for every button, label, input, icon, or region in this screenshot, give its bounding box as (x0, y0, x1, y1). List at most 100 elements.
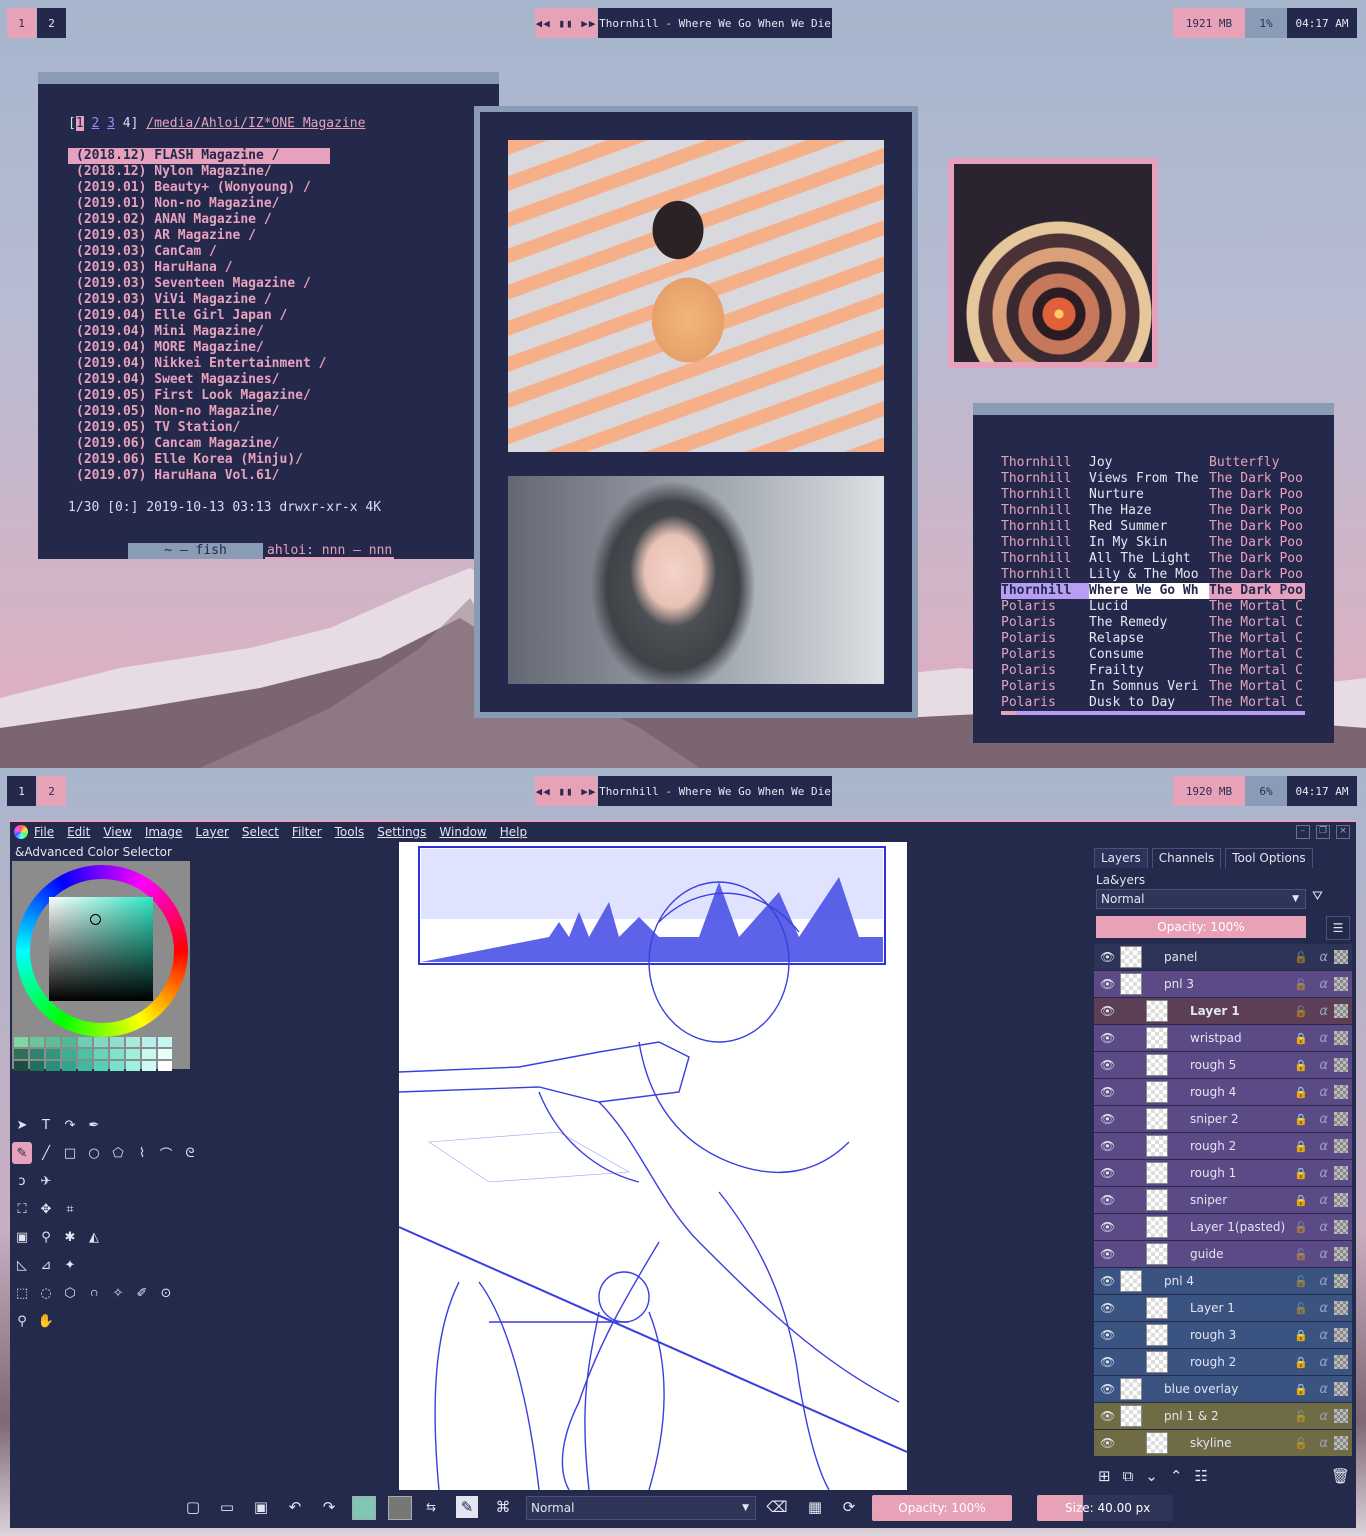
redo-icon[interactable]: ↷ (318, 1496, 340, 1518)
playlist-track-row[interactable]: Thornhill Red Summer The Dark Poo (1001, 519, 1305, 535)
layer-name[interactable]: rough 2 (1190, 1139, 1236, 1153)
freehand-brush-tool-icon[interactable]: ✎ (12, 1142, 32, 1164)
lock-icon[interactable]: 🔒 (1294, 1140, 1308, 1153)
alpha-lock-icon[interactable]: α (1319, 1301, 1328, 1316)
playlist-track-row[interactable]: Polaris Frailty The Mortal C (1001, 663, 1305, 679)
unlock-icon[interactable]: 🔓 (1294, 1005, 1308, 1018)
fm-directory-entry[interactable]: (2019.06) Elle Korea (Minju)/ (68, 452, 330, 468)
fill-tool-icon[interactable]: ◭ (84, 1226, 104, 1248)
color-swatch[interactable] (78, 1049, 92, 1059)
inherit-alpha-icon[interactable] (1334, 1301, 1348, 1315)
fm-directory-entry[interactable]: (2019.05) First Look Magazine/ (68, 388, 330, 404)
pan-tool-icon[interactable]: ✋ (36, 1310, 56, 1332)
layer-name[interactable]: rough 4 (1190, 1085, 1236, 1099)
menu-layer[interactable]: Layer (195, 825, 228, 839)
lock-icon[interactable]: 🔒 (1294, 1194, 1308, 1207)
inherit-alpha-icon[interactable] (1334, 1247, 1348, 1261)
photo-stadium-seats[interactable] (508, 140, 884, 452)
menu-tools[interactable]: Tools (335, 825, 365, 839)
inherit-alpha-icon[interactable] (1334, 1220, 1348, 1234)
color-swatch[interactable] (142, 1061, 156, 1071)
layer-settings-icon[interactable]: ☷ (1194, 1467, 1207, 1485)
restore-icon[interactable]: ❐ (1316, 825, 1330, 839)
move-tool-icon[interactable]: ✥ (36, 1198, 56, 1220)
fm-directory-entry[interactable]: (2019.01) Non-no Magazine/ (68, 196, 330, 212)
alpha-lock-icon[interactable]: α (1319, 1409, 1328, 1424)
lock-icon[interactable]: 🔒 (1294, 1329, 1308, 1342)
similar-select-tool-icon[interactable]: ✐ (132, 1282, 152, 1304)
color-swatch[interactable] (158, 1061, 172, 1071)
lock-icon[interactable]: 🔒 (1294, 1356, 1308, 1369)
inherit-alpha-icon[interactable] (1334, 1355, 1348, 1369)
layer-row[interactable]: 👁 rough 4 🔒 α (1094, 1079, 1352, 1105)
terminal-tab-fish[interactable]: ~ — fish (128, 543, 263, 559)
color-swatch[interactable] (78, 1061, 92, 1071)
layer-name[interactable]: Layer 1(pasted) (1190, 1220, 1285, 1234)
layer-row[interactable]: 👁 panel 🔓 α (1094, 944, 1352, 970)
inherit-alpha-icon[interactable] (1334, 1436, 1348, 1450)
brush-size-slider[interactable]: Size: 40.00 px (1037, 1495, 1173, 1521)
inherit-alpha-icon[interactable] (1334, 1004, 1348, 1018)
new-document-icon[interactable]: ▢ (182, 1496, 204, 1518)
layer-row[interactable]: 👁 guide 🔓 α (1094, 1241, 1352, 1267)
filter-icon[interactable]: ⛛ (1312, 889, 1323, 904)
alpha-lock-icon[interactable]: α (1319, 1004, 1328, 1019)
inherit-alpha-icon[interactable] (1334, 1274, 1348, 1288)
color-swatch[interactable] (14, 1037, 28, 1047)
unlock-icon[interactable]: 🔓 (1294, 1275, 1308, 1288)
bezier-select-tool-icon[interactable]: ⊙ (156, 1282, 176, 1304)
alpha-lock-icon[interactable]: α (1319, 1274, 1328, 1289)
ellipse-select-tool-icon[interactable]: ◌ (36, 1282, 56, 1304)
color-swatch[interactable] (46, 1037, 60, 1047)
alpha-lock-icon[interactable]: α (1319, 1139, 1328, 1154)
lock-icon[interactable]: 🔒 (1294, 1383, 1308, 1396)
transform-tool-icon[interactable]: ⛶ (12, 1198, 32, 1220)
bezier-tool-icon[interactable]: ⌒ (156, 1142, 176, 1164)
color-swatch[interactable] (14, 1049, 28, 1059)
fm-directory-entry[interactable]: (2019.03) AR Magazine / (68, 228, 330, 244)
visibility-eye-icon[interactable]: 👁 (1100, 1301, 1115, 1315)
playlist-track-row[interactable]: Thornhill Lily & The Moo The Dark Poo (1001, 567, 1305, 583)
fm-context-tab-3[interactable]: 3 (107, 116, 115, 131)
color-swatch[interactable] (94, 1037, 108, 1047)
calligraphy-tool-icon[interactable]: ✒ (84, 1114, 104, 1136)
polyline-tool-icon[interactable]: ⌇ (132, 1142, 152, 1164)
brush-opacity-slider[interactable]: Opacity: 100% (872, 1495, 1012, 1521)
layer-name[interactable]: rough 3 (1190, 1328, 1236, 1342)
layer-blend-mode-select[interactable]: Normal ▼ (1096, 889, 1306, 909)
fm-directory-entry[interactable]: (2019.03) ViVi Magazine / (68, 292, 330, 308)
inherit-alpha-icon[interactable] (1334, 950, 1348, 964)
visibility-eye-icon[interactable]: 👁 (1100, 1274, 1115, 1288)
close-icon[interactable]: × (1336, 825, 1350, 839)
color-swatch[interactable] (62, 1049, 76, 1059)
inherit-alpha-icon[interactable] (1334, 1031, 1348, 1045)
color-swatch[interactable] (142, 1037, 156, 1047)
fm-directory-entry[interactable]: (2019.04) Nikkei Entertainment / (68, 356, 330, 372)
layer-row[interactable]: 👁 Layer 1 🔓 α (1094, 1295, 1352, 1321)
layer-row[interactable]: 👁 rough 5 🔒 α (1094, 1052, 1352, 1078)
menu-window[interactable]: Window (439, 825, 486, 839)
fm-directory-entry[interactable]: (2019.04) MORE Magazine/ (68, 340, 330, 356)
visibility-eye-icon[interactable]: 👁 (1100, 1004, 1115, 1018)
select-shapes-tool-icon[interactable]: ➤ (12, 1114, 32, 1136)
edit-shapes-tool-icon[interactable]: ↷ (60, 1114, 80, 1136)
visibility-eye-icon[interactable]: 👁 (1100, 1247, 1115, 1261)
workspace-1-button[interactable]: 1 (7, 776, 36, 806)
visibility-eye-icon[interactable]: 👁 (1100, 1220, 1115, 1234)
layer-row[interactable]: 👁 pnl 3 🔓 α (1094, 971, 1352, 997)
visibility-eye-icon[interactable]: 👁 (1100, 950, 1115, 964)
color-swatch[interactable] (46, 1049, 60, 1059)
menu-filter[interactable]: Filter (292, 825, 322, 839)
color-swatch[interactable] (110, 1049, 124, 1059)
music-player-window[interactable]: Thornhill Joy Butterfly Thornhill Views From… (973, 403, 1334, 743)
docker-tab-channels[interactable]: Channels (1151, 848, 1222, 868)
layer-row[interactable]: 👁 sniper 2 🔒 α (1094, 1106, 1352, 1132)
layer-name[interactable]: wristpad (1190, 1031, 1242, 1045)
layer-row[interactable]: 👁 Layer 1(pasted) 🔓 α (1094, 1214, 1352, 1240)
lock-icon[interactable]: 🔒 (1294, 1032, 1308, 1045)
fm-directory-entry[interactable]: (2018.12) Nylon Magazine/ (68, 164, 330, 180)
unlock-icon[interactable]: 🔓 (1294, 978, 1308, 991)
fm-context-tab-1[interactable]: 1 (75, 116, 84, 131)
visibility-eye-icon[interactable]: 👁 (1100, 1409, 1115, 1423)
delete-layer-icon[interactable]: 🗑 (1331, 1467, 1350, 1485)
